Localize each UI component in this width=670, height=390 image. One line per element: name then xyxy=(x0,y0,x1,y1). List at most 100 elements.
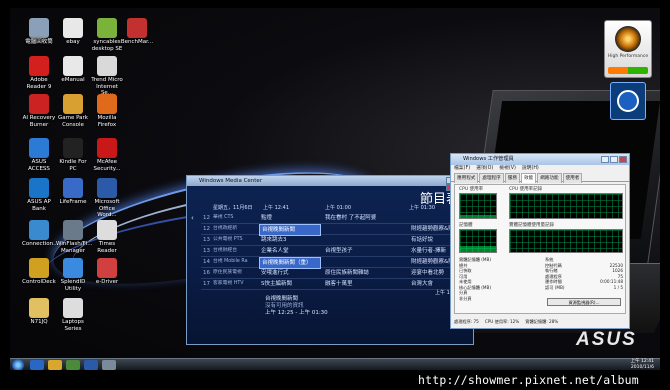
desktop-icon[interactable]: Mozilla Firefox xyxy=(90,94,124,128)
guide-row[interactable]: 14台視 Mobile Ra台視晚間新聞（重）財經趨勢觀察&財經後市趨勢 xyxy=(201,257,467,269)
media-player-icon[interactable] xyxy=(66,360,80,370)
maximize-icon[interactable] xyxy=(610,156,618,163)
desktop-icon-label: Kindle For PC xyxy=(59,159,87,172)
tm-tab[interactable]: 使用者 xyxy=(562,173,583,183)
desktop-icon[interactable]: N71JQ xyxy=(22,298,56,326)
tm-tab[interactable]: 應用程式 xyxy=(454,173,479,183)
cpu-history-label: CPU 使用率記錄 xyxy=(509,187,543,192)
desktop-icon[interactable]: LifeFrame xyxy=(56,178,90,206)
close-icon[interactable] xyxy=(619,156,627,163)
media-center-icon[interactable] xyxy=(84,360,98,370)
desktop-icon[interactable]: BenchMar... xyxy=(120,18,154,46)
program-cell[interactable]: 跳來跳去3 xyxy=(259,235,321,245)
memory-history-graph xyxy=(509,229,623,253)
tm-titlebar[interactable]: Windows 工作管理員 xyxy=(451,154,629,165)
desktop-icon-label: SplendID Utility xyxy=(60,279,86,292)
program-cell[interactable]: 融客十萬里 xyxy=(323,279,407,289)
system-tray-clock[interactable]: 上午 12:41 2010/11/6 xyxy=(631,359,654,370)
task-manager-taskbar-icon[interactable] xyxy=(102,360,116,370)
desktop-icon[interactable]: ASUS AP Bank xyxy=(22,178,56,212)
desktop-icon[interactable]: AI Recovery Burner xyxy=(22,94,56,128)
menu-item[interactable]: 選項(O) xyxy=(476,166,493,171)
status-item: 處理程序: 75 xyxy=(454,319,479,324)
menu-item[interactable]: 說明(H) xyxy=(522,166,539,171)
tm-tab[interactable]: 網路功能 xyxy=(537,173,562,183)
desktop-icon[interactable]: 電腦回收筒 xyxy=(22,18,56,46)
program-cell[interactable]: 企業名人堂 xyxy=(259,246,321,256)
desktop-icon[interactable]: eManual xyxy=(56,56,90,84)
guide-grid: 12 華視 CTS 點燈 我在眷村 了不起阿婆 12 台視政經新 台視晚間新聞 財經趨勢觀察&… xyxy=(201,213,467,290)
guide-row[interactable]: 17 客家電視 HTV S快主編新聞 融客十萬里 台灣大會 xyxy=(201,279,465,290)
desktop-icon-label: ASUS ACCESS xyxy=(28,159,50,172)
time-slot: 上午 01:30 xyxy=(409,205,435,211)
desktop-icon[interactable]: WinFlash/Fl... Manager xyxy=(56,220,93,254)
program-cell[interactable]: 原住民族新聞雜誌 xyxy=(323,268,407,278)
app-icon xyxy=(29,56,49,76)
tray-time: 上午 12:41 xyxy=(630,359,654,364)
guide-row[interactable]: 16 原住民族電視 安哦進行式 原住民族新聞雜誌 迎宴中看北勢 xyxy=(201,268,465,279)
app-icon xyxy=(97,18,117,38)
desktop-icon[interactable]: McAfee Security... xyxy=(90,138,124,172)
desktop-icon[interactable]: syncables desktop SE xyxy=(90,18,124,52)
app-icon xyxy=(29,258,49,278)
ie-icon[interactable] xyxy=(30,360,44,370)
power-gadget[interactable]: High Performance xyxy=(604,20,652,78)
folder-icon[interactable] xyxy=(48,360,62,370)
program-cell[interactable]: 台視型孩子 xyxy=(323,246,407,256)
desktop-icon[interactable]: Kindle For PC xyxy=(56,138,90,172)
program-cell[interactable]: 點燈 xyxy=(259,213,321,223)
desktop-icon[interactable]: e-Driver xyxy=(90,258,124,286)
memory-meter xyxy=(459,229,497,253)
desktop-icon-label: Game Park Console xyxy=(57,115,88,128)
app-icon xyxy=(97,94,117,114)
channel-name: 華視 CTS xyxy=(213,215,234,220)
desktop-icon[interactable]: Adobe Reader 9 xyxy=(22,56,56,90)
power-toggle[interactable] xyxy=(608,67,648,74)
tm-tab[interactable]: 效能 xyxy=(520,173,537,183)
cpu-history-graph xyxy=(509,193,623,219)
resource-monitor-button[interactable]: 資源監視器(R)... xyxy=(547,298,621,306)
desktop-icon-label: ASUS AP Bank xyxy=(27,199,51,212)
guide-row[interactable]: 13 公共電視 PTS 跳來跳去3 有話好說 xyxy=(201,235,465,246)
desktop-icon-label: Mozilla Firefox xyxy=(97,115,117,128)
start-button[interactable] xyxy=(12,359,24,370)
stat-label: 非分頁 xyxy=(459,295,472,301)
program-cell[interactable]: S快主編新聞 xyxy=(259,279,321,289)
desktop-icon[interactable]: Laptops Series xyxy=(56,298,90,332)
tm-title: Windows 工作管理員 xyxy=(463,156,514,162)
desktop-icon[interactable]: SplendID Utility xyxy=(56,258,90,292)
wmc-titlebar[interactable]: Windows Media Center xyxy=(187,176,473,191)
channel-number: 13 xyxy=(203,248,210,254)
tm-tab[interactable]: 處理程序 xyxy=(479,173,504,183)
tray-date: 2010/11/6 xyxy=(630,364,654,370)
task-manager-window[interactable]: Windows 工作管理員 檔案(F) 選項(O) 檢視(V) 說明(H) 應用程式處… xyxy=(450,153,630,329)
app-icon xyxy=(63,56,83,76)
program-cell[interactable]: 我在眷村 了不起阿婆 xyxy=(323,213,407,223)
desktop-icon[interactable]: Times Reader xyxy=(90,220,124,254)
desktop-icon[interactable]: ASUS ACCESS xyxy=(22,138,56,172)
intel-badge-icon xyxy=(610,82,646,120)
desktop-icon[interactable]: Game Park Console xyxy=(56,94,90,128)
desktop-icon-label: BenchMar... xyxy=(120,39,154,45)
desktop-icon-label: AI Recovery Burner xyxy=(22,115,56,128)
guide-row[interactable]: 13 台視財經台 企業名人堂 台視型孩子 水量行者-擇新 xyxy=(201,246,465,257)
desktop-icon[interactable]: Connection... xyxy=(22,220,58,248)
minimize-icon[interactable] xyxy=(601,156,609,163)
guide-row[interactable]: 12台視政經新台視晚間新聞財經趨勢觀察&財經後市趨勢 xyxy=(201,224,467,236)
desktop-icon[interactable]: Microsoft Office Word... xyxy=(90,178,124,219)
app-icon xyxy=(63,94,83,114)
menu-item[interactable]: 檢視(V) xyxy=(499,166,516,171)
guide-row[interactable]: 12 華視 CTS 點燈 我在眷村 了不起阿婆 xyxy=(201,213,465,224)
channel-number: 14 xyxy=(203,259,210,265)
program-cell[interactable]: 安哦進行式 xyxy=(259,268,321,278)
wmc-window[interactable]: Windows Media Center 節目表 星期五，11月6日 上午 12… xyxy=(186,175,474,345)
taskbar: 上午 12:41 2010/11/6 xyxy=(10,358,660,370)
chevron-left-icon[interactable]: ‹ xyxy=(191,214,194,222)
channel-number: 12 xyxy=(203,226,210,232)
desktop-icon[interactable]: ControlDeck xyxy=(22,258,56,286)
desktop-icon[interactable]: Trend Micro Internet Se... xyxy=(90,56,124,97)
status-item: 實體記憶體: 28% xyxy=(525,319,559,324)
tm-tab[interactable]: 服務 xyxy=(504,173,520,183)
menu-item[interactable]: 檔案(F) xyxy=(454,166,470,171)
desktop-icon[interactable]: ebay xyxy=(56,18,90,46)
